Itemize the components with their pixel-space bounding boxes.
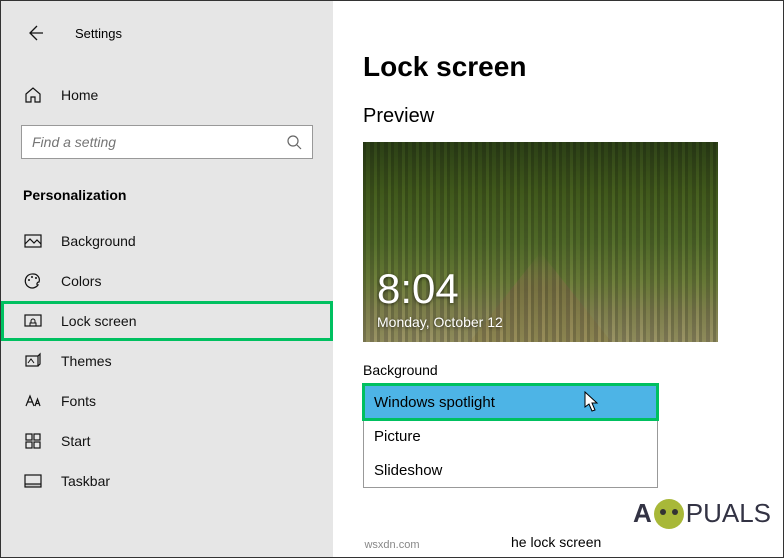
sidebar-item-background[interactable]: Background (1, 221, 333, 261)
page-title: Lock screen (363, 51, 753, 83)
logo-text: PUALS (686, 498, 771, 529)
home-icon (23, 85, 43, 105)
search-box[interactable] (21, 125, 313, 159)
dropdown-option-label: Slideshow (374, 462, 442, 479)
sidebar-item-colors[interactable]: Colors (1, 261, 333, 301)
sidebar-item-label: Lock screen (61, 313, 136, 329)
search-input[interactable] (32, 134, 286, 150)
palette-icon (23, 271, 43, 291)
background-dropdown[interactable]: Windows spotlight Picture Slideshow (363, 384, 658, 488)
sidebar-item-label: Themes (61, 353, 112, 369)
sidebar-header: Settings (1, 19, 333, 47)
settings-title: Settings (75, 26, 122, 41)
dropdown-option-label: Picture (374, 428, 421, 445)
dropdown-option-spotlight[interactable]: Windows spotlight (364, 385, 657, 419)
sidebar-item-themes[interactable]: Themes (1, 341, 333, 381)
start-icon (23, 431, 43, 451)
sidebar-item-label: Colors (61, 273, 101, 289)
logo-head-icon (654, 499, 684, 529)
dropdown-option-label: Windows spotlight (374, 394, 495, 411)
preview-date: Monday, October 12 (377, 314, 503, 330)
sidebar-item-taskbar[interactable]: Taskbar (1, 461, 333, 501)
partial-text: he lock screen (511, 534, 601, 550)
home-button[interactable]: Home (1, 75, 333, 115)
sidebar-item-fonts[interactable]: Fonts (1, 381, 333, 421)
cursor-icon (584, 391, 600, 413)
picture-icon (23, 231, 43, 251)
preview-overlay: 8:04 Monday, October 12 (377, 268, 503, 330)
lock-screen-icon (23, 311, 43, 331)
preview-time: 8:04 (377, 268, 503, 310)
back-arrow-icon (25, 23, 45, 43)
back-button[interactable] (21, 19, 49, 47)
home-label: Home (61, 87, 98, 103)
preview-label: Preview (363, 105, 753, 128)
sidebar-item-label: Start (61, 433, 91, 449)
logo-text: A (633, 498, 652, 529)
background-label: Background (363, 362, 753, 378)
fonts-icon (23, 391, 43, 411)
taskbar-icon (23, 471, 43, 491)
sidebar-item-start[interactable]: Start (1, 421, 333, 461)
dropdown-option-slideshow[interactable]: Slideshow (364, 453, 657, 487)
sidebar-item-label: Fonts (61, 393, 96, 409)
themes-icon (23, 351, 43, 371)
sidebar-item-label: Taskbar (61, 473, 110, 489)
main-content: Lock screen Preview 8:04 Monday, October… (333, 1, 783, 557)
dropdown-option-picture[interactable]: Picture (364, 419, 657, 453)
search-icon (286, 134, 302, 150)
sidebar-item-label: Background (61, 233, 136, 249)
section-header: Personalization (1, 177, 333, 221)
watermark: wsxdn.com (364, 539, 419, 551)
appuals-logo: A PUALS (633, 498, 771, 529)
sidebar-item-lock-screen[interactable]: Lock screen (1, 301, 333, 341)
lock-screen-preview: 8:04 Monday, October 12 (363, 142, 718, 342)
settings-sidebar: Settings Home Personalization Background… (1, 1, 333, 557)
